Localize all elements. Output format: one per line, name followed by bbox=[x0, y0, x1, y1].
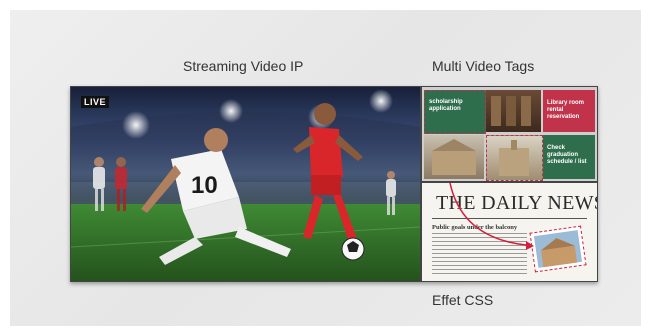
tag-tile-building-photo[interactable] bbox=[486, 135, 543, 181]
tag-tile-scholarship-text: scholarship application bbox=[429, 99, 463, 112]
multi-video-tags-panel[interactable]: scholarship application Library room ren… bbox=[422, 87, 597, 181]
caption-css-effect: Effet CSS bbox=[432, 292, 494, 308]
tag-tile-library-photo[interactable] bbox=[486, 90, 541, 132]
css-effect-arrow-icon bbox=[449, 183, 534, 250]
soccer-scene-illustration: 10 bbox=[71, 89, 420, 281]
building-image bbox=[499, 140, 529, 176]
tag-tile-library-rental-text: Library room rental reservation bbox=[547, 100, 585, 120]
campus-building-image bbox=[432, 139, 476, 175]
caption-streaming-video-ip: Streaming Video IP bbox=[183, 58, 304, 74]
caption-multi-video-tags: Multi Video Tags bbox=[432, 58, 535, 74]
jersey-number: 10 bbox=[191, 172, 218, 199]
tag-tile-library-rental[interactable]: Library room rental reservation bbox=[543, 90, 595, 132]
tag-tile-graduation[interactable]: Check graduation schedule / list bbox=[543, 135, 595, 179]
tag-tile-campus-photo[interactable] bbox=[424, 135, 484, 179]
streaming-video-panel[interactable]: 10 bbox=[71, 87, 420, 281]
tag-tile-graduation-text: Check graduation schedule / list bbox=[547, 145, 587, 165]
live-badge: LIVE bbox=[81, 96, 110, 108]
tag-tile-scholarship[interactable]: scholarship application bbox=[424, 90, 486, 134]
css-effect-newspaper-panel[interactable]: THE DAILY NEWS Public goals under the ba… bbox=[422, 183, 597, 281]
library-image bbox=[491, 96, 531, 126]
